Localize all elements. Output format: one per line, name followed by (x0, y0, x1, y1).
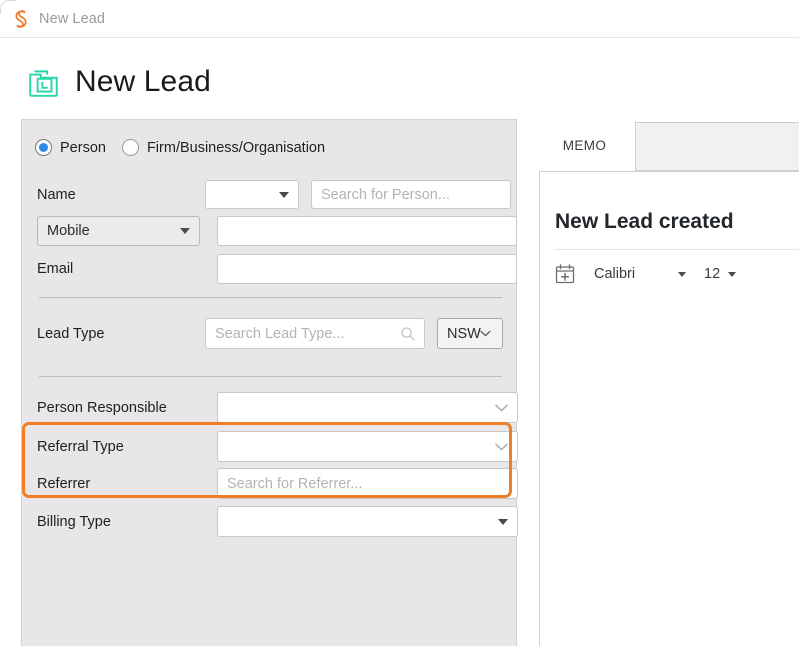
label-referral-type: Referral Type (37, 438, 124, 455)
row-phone: Mobile (37, 216, 517, 246)
label-name: Name (37, 186, 76, 203)
tab-secondary[interactable] (635, 122, 799, 171)
radio-firm-label: Firm/Business/Organisation (146, 139, 326, 156)
memo-toolbar: Calibri 12 (554, 259, 736, 289)
row-billing-type: Billing Type (37, 506, 518, 537)
radio-person-label: Person (60, 139, 106, 156)
referrer-placeholder: Search for Referrer... (227, 475, 363, 492)
row-referral-type: Referral Type (37, 431, 518, 462)
memo-tabstrip: MEMO (529, 119, 799, 171)
chevron-down-icon (480, 330, 491, 337)
state-dropdown[interactable]: NSW (437, 318, 503, 349)
calendar-plus-icon[interactable] (554, 263, 576, 285)
window-title-text: New Lead (39, 10, 106, 27)
label-email: Email (37, 261, 74, 277)
chevron-down-icon (495, 443, 508, 450)
radio-firm-business-organisation[interactable]: Firm/Business/Organisation (121, 139, 326, 156)
tab-memo[interactable]: MEMO (534, 119, 635, 171)
label-referrer: Referrer (37, 475, 91, 492)
row-lead-type: Lead Type Search Lead Type... NSW (37, 318, 503, 349)
chevron-down-icon[interactable] (678, 271, 686, 277)
page-header: New Lead (0, 52, 799, 112)
name-search-placeholder: Search for Person... (321, 186, 450, 203)
referrer-search-input[interactable]: Search for Referrer... (217, 468, 518, 499)
font-size-value[interactable]: 12 (704, 266, 728, 282)
email-input[interactable] (217, 254, 517, 284)
radio-person-indicator[interactable] (35, 139, 52, 156)
page-title: New Lead (75, 65, 211, 98)
phone-number-input[interactable] (217, 216, 517, 246)
label-lead-type: Lead Type (37, 325, 105, 342)
radio-firm-indicator[interactable] (121, 139, 139, 156)
chevron-down-icon[interactable] (728, 271, 736, 277)
divider-lead-type (39, 376, 502, 377)
billing-type-dropdown[interactable] (217, 506, 518, 537)
chevron-down-icon (180, 228, 190, 234)
radio-person[interactable]: Person (35, 139, 106, 156)
memo-heading: New Lead created (555, 210, 734, 233)
magnifier-icon[interactable] (400, 326, 416, 342)
referral-type-dropdown[interactable] (217, 431, 518, 462)
lead-type-placeholder: Search Lead Type... (215, 325, 345, 342)
row-email: Email (37, 254, 517, 284)
window-title-bar: New Lead (0, 0, 799, 38)
row-name: Name Search for Person... (37, 180, 511, 209)
lead-folder-icon (27, 65, 61, 99)
phone-type-value: Mobile (47, 223, 90, 239)
person-responsible-dropdown[interactable] (217, 392, 518, 423)
memo-editor-card: New Lead created Calibri 12 (539, 171, 799, 646)
memo-heading-rule (554, 249, 799, 250)
chevron-down-icon (498, 518, 508, 525)
memo-panel: MEMO New Lead created Calibri 12 (529, 119, 799, 646)
phone-type-dropdown[interactable]: Mobile (37, 216, 200, 246)
row-referrer: Referrer Search for Referrer... (37, 468, 518, 499)
name-search-input[interactable]: Search for Person... (311, 180, 511, 209)
state-value: NSW (447, 325, 481, 342)
lead-form-panel: Person Firm/Business/Organisation Name S… (21, 119, 518, 646)
font-family-value[interactable]: Calibri (594, 266, 678, 282)
divider-contact (39, 297, 502, 298)
row-person-responsible: Person Responsible (37, 392, 518, 423)
chevron-down-icon (279, 191, 289, 198)
label-billing-type: Billing Type (37, 513, 111, 530)
tab-memo-label: MEMO (562, 137, 607, 153)
label-person-responsible: Person Responsible (37, 399, 167, 416)
entity-type-radio-group: Person Firm/Business/Organisation (35, 139, 341, 156)
name-title-dropdown[interactable] (205, 180, 299, 209)
spiral-s-logo-icon (10, 8, 32, 30)
lead-type-search-input[interactable]: Search Lead Type... (205, 318, 425, 349)
chevron-down-icon (495, 404, 508, 411)
